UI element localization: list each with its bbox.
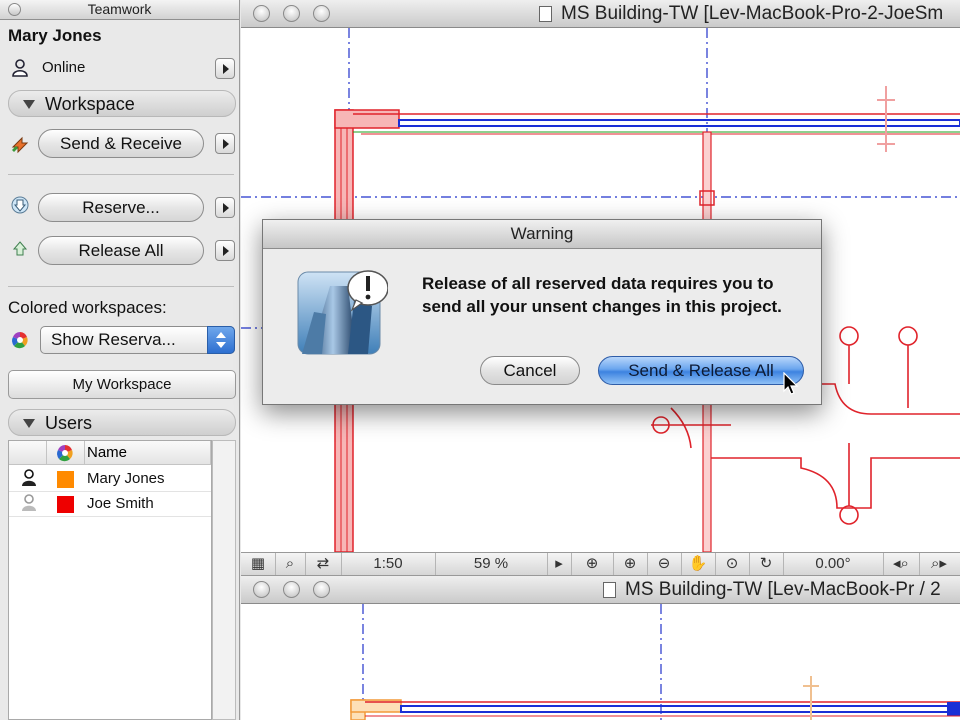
window-zoom-button[interactable] [313, 5, 330, 22]
users-section-header[interactable]: Users [8, 409, 236, 436]
user-name-cell: Joe Smith [87, 495, 154, 512]
archicad-warning-icon [297, 270, 388, 355]
reserve-menu-button[interactable] [215, 197, 235, 218]
column-header-status[interactable] [9, 441, 47, 465]
users-header-label: Users [45, 413, 93, 433]
window-close-button[interactable] [253, 5, 270, 22]
document-icon [603, 582, 616, 598]
fit-window-icon[interactable]: ⊙ [715, 553, 750, 575]
send-receive-button[interactable]: Send & Receive [38, 129, 204, 158]
scale-readout[interactable]: 1:50 [341, 553, 436, 575]
angle-readout[interactable]: 0.00° [783, 553, 884, 575]
floor-plan-canvas-bottom[interactable] [241, 604, 960, 720]
palette-title: Teamwork [87, 1, 152, 17]
drawing-statusbar: ▦ ⌕ ⇄ 1:50 59 % ▸ ⊕ ⊕ ⊖ ✋ ⊙ ↻ 0.00° ◂⌕ ⌕… [241, 552, 960, 576]
window-titlebar: MS Building-TW [Lev-MacBook-Pr / 2 [241, 576, 960, 604]
section-marker [803, 676, 819, 720]
warning-dialog: Warning Release of all reserved data req… [262, 219, 822, 405]
current-user-name: Mary Jones [8, 26, 102, 45]
reserve-button[interactable]: Reserve... [38, 193, 204, 222]
cancel-button[interactable]: Cancel [480, 356, 580, 385]
table-row[interactable]: Mary Jones [9, 467, 211, 492]
color-wheel-icon [10, 331, 30, 351]
divider [8, 286, 234, 287]
user-color-swatch [57, 496, 74, 513]
palette-close-button[interactable] [8, 3, 21, 16]
colored-workspaces-select[interactable]: Show Reserva... [40, 326, 235, 354]
zoom-menu-arrow-icon[interactable]: ▸ [547, 553, 572, 575]
send-receive-icon [10, 134, 30, 154]
window-close-button[interactable] [253, 581, 270, 598]
document-icon [539, 6, 552, 22]
dialog-title: Warning [263, 220, 821, 249]
select-stepper-icon[interactable] [207, 326, 235, 354]
release-all-button[interactable]: Release All [38, 236, 204, 265]
window-title: MS Building-TW [Lev-MacBook-Pr / 2 [625, 579, 941, 600]
window-minimize-button[interactable] [283, 5, 300, 22]
user-offline-icon [21, 494, 37, 517]
table-row[interactable]: Joe Smith [9, 492, 211, 517]
divider [8, 174, 234, 175]
window-minimize-button[interactable] [283, 581, 300, 598]
rotate-icon[interactable]: ↻ [749, 553, 784, 575]
workspace-section-header[interactable]: Workspace [8, 90, 236, 117]
window-titlebar: MS Building-TW [Lev-MacBook-Pro-2-JoeSm [241, 0, 960, 28]
user-status-icon [10, 59, 30, 79]
navigator-icon[interactable]: ⇄ [305, 553, 342, 575]
status-menu-button[interactable] [215, 58, 235, 79]
reserve-icon [10, 196, 30, 216]
zoom-in-icon[interactable]: ⊕ [613, 553, 648, 575]
collapse-triangle-icon [23, 419, 35, 428]
wall-top [353, 113, 960, 135]
release-all-menu-button[interactable] [215, 240, 235, 261]
teamwork-palette: Teamwork Mary Jones Online Workspace Sen… [0, 0, 240, 720]
release-icon [10, 240, 30, 260]
zoom-window-icon[interactable]: ⌕ [275, 553, 306, 575]
workspace-header-label: Workspace [45, 94, 135, 114]
column-header-name[interactable]: Name [85, 441, 211, 465]
send-receive-menu-button[interactable] [215, 133, 235, 154]
user-name-cell: Mary Jones [87, 470, 165, 487]
pan-hand-icon[interactable]: ✋ [681, 553, 716, 575]
collapse-triangle-icon [23, 100, 35, 109]
column-header-color[interactable] [47, 441, 85, 465]
dialog-message: Release of all reserved data requires yo… [422, 274, 782, 316]
status-label: Online [42, 59, 86, 76]
user-online-icon [21, 469, 37, 492]
colored-workspaces-label: Colored workspaces: [8, 298, 167, 317]
next-zoom-icon[interactable]: ⌕▸ [919, 553, 959, 575]
previous-zoom-icon[interactable]: ◂⌕ [883, 553, 920, 575]
floor-plan-window-bottom: MS Building-TW [Lev-MacBook-Pr / 2 [241, 576, 960, 720]
users-table: Name Mary Jones Joe Smith [8, 440, 212, 720]
select-value: Show Reserva... [51, 330, 176, 349]
layer-toggle-icon[interactable]: ▦ [241, 553, 276, 575]
zoom-in-plus-icon[interactable]: ⊕ [571, 553, 614, 575]
user-color-swatch [57, 471, 74, 488]
my-workspace-button[interactable]: My Workspace [8, 370, 236, 399]
palette-titlebar: Teamwork [0, 0, 239, 20]
window-title: MS Building-TW [Lev-MacBook-Pro-2-JoeSm [561, 3, 944, 24]
zoom-readout[interactable]: 59 % [435, 553, 548, 575]
window-zoom-button[interactable] [313, 581, 330, 598]
users-table-scrollbar[interactable] [212, 440, 236, 720]
color-wheel-icon [57, 445, 73, 462]
zoom-out-icon[interactable]: ⊖ [647, 553, 682, 575]
send-and-release-all-button[interactable]: Send & Release All [598, 356, 804, 385]
mouse-cursor-icon [783, 372, 799, 395]
